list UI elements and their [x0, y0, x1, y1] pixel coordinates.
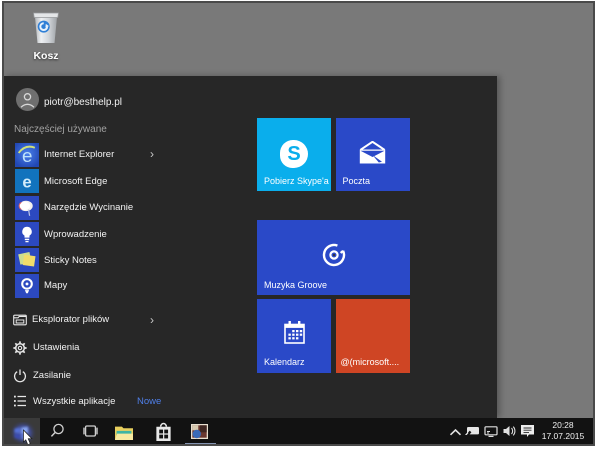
svg-text:e: e	[22, 172, 31, 191]
